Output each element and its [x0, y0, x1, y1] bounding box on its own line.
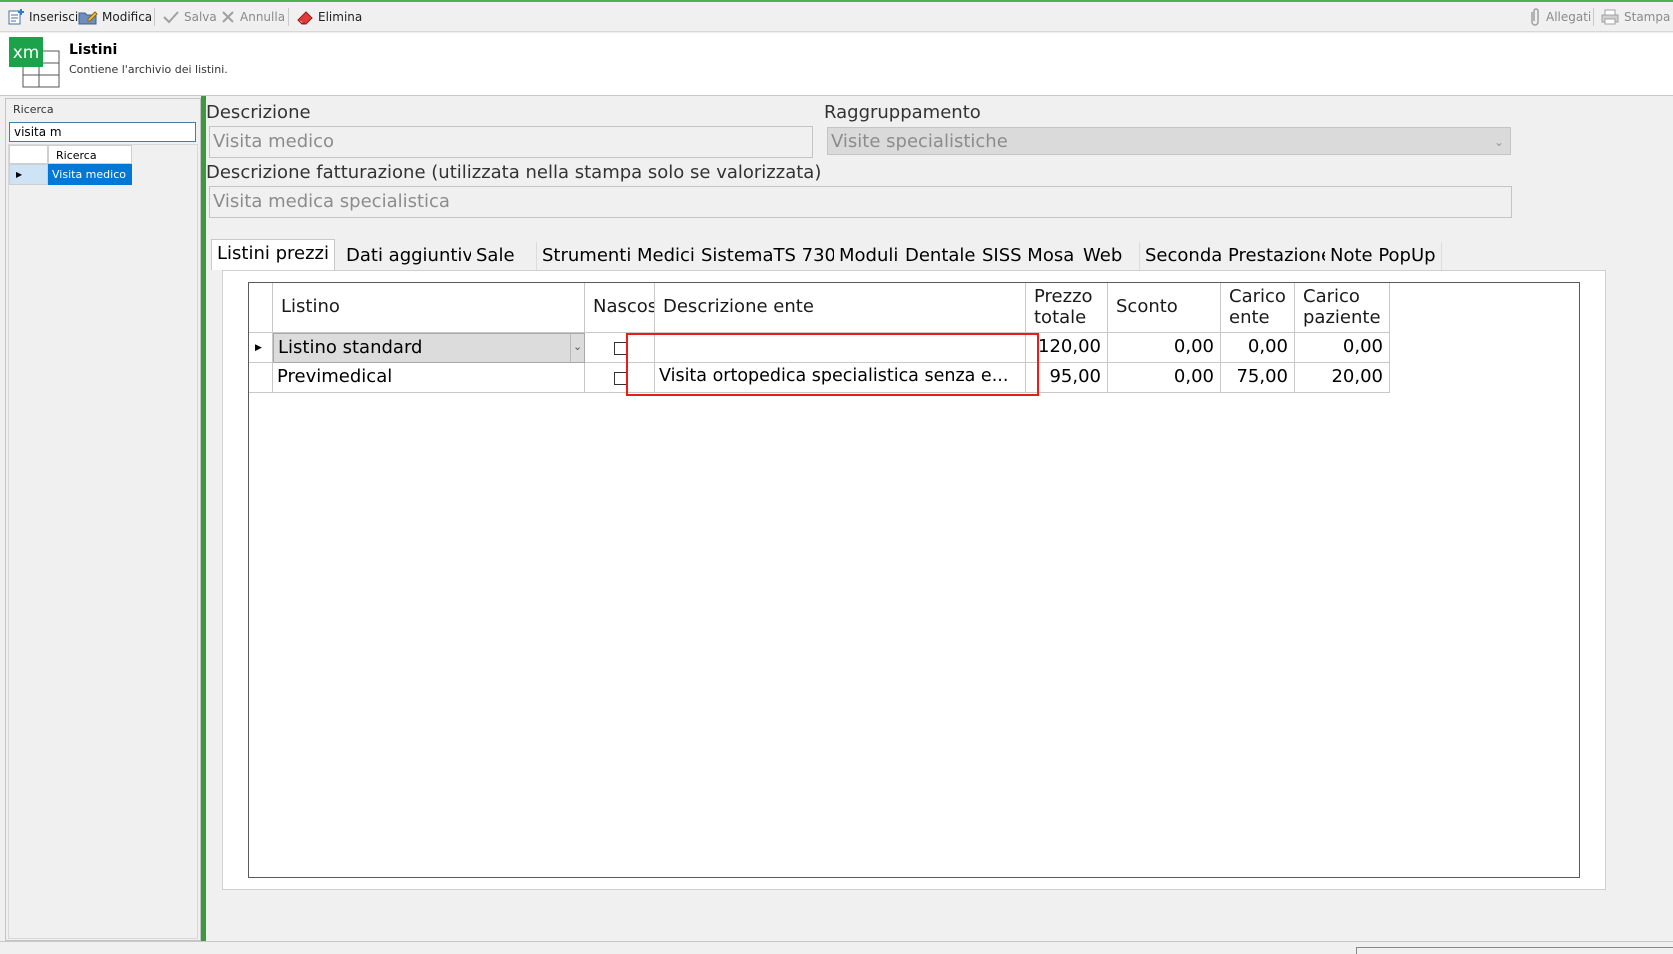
- descrizione-fatturazione-label: Descrizione fatturazione (utilizzata nel…: [206, 162, 822, 183]
- page-subtitle: Contiene l'archivio dei listini.: [69, 63, 228, 76]
- insert-button[interactable]: Inserisci: [7, 7, 78, 27]
- descrizione-ente-cell[interactable]: [655, 333, 1026, 363]
- search-results-grid: Ricerca ▶ Visita medico: [8, 144, 198, 939]
- descrizione-fatturazione-field[interactable]: Visita medica specialistica: [209, 186, 1512, 218]
- eraser-icon: [297, 11, 313, 25]
- status-bar: [0, 941, 1673, 954]
- search-column-header[interactable]: Ricerca: [48, 145, 132, 164]
- carico-paziente-cell[interactable]: 20,00: [1295, 363, 1390, 393]
- delete-label: Elimina: [318, 10, 363, 24]
- list-item[interactable]: Visita medico: [48, 164, 132, 185]
- carico-ente-cell[interactable]: 75,00: [1221, 363, 1295, 393]
- tab-dentale[interactable]: Dentale: [900, 242, 982, 270]
- listino-select-value: Listino standard: [278, 337, 423, 358]
- raggruppamento-value: Visite specialistiche: [831, 131, 1008, 152]
- grid-corner-cell: [9, 145, 48, 164]
- nascosto-checkbox[interactable]: [614, 372, 627, 385]
- carico-paziente-header-line1: Carico: [1303, 286, 1360, 307]
- sconto-cell[interactable]: 0,00: [1108, 363, 1221, 393]
- descrizione-ente-cell[interactable]: Visita ortopedica specialistica senza e.…: [655, 363, 1026, 393]
- delete-button[interactable]: Elimina: [296, 7, 362, 27]
- insert-icon: [8, 9, 24, 25]
- tab-note-popup[interactable]: Note PopUp: [1325, 242, 1442, 270]
- close-icon: [222, 11, 234, 23]
- price-list-grid: Listino Nascos Descrizione ente Prezzo t…: [248, 282, 1580, 878]
- sconto-cell[interactable]: 0,00: [1108, 333, 1221, 363]
- row-selector-icon[interactable]: ▶: [249, 333, 273, 363]
- listini-prezzi-panel: Listino Nascos Descrizione ente Prezzo t…: [222, 270, 1606, 890]
- search-sidebar: Ricerca Ricerca ▶ Visita medico: [5, 98, 201, 941]
- chevron-down-icon[interactable]: ⌄: [570, 334, 584, 362]
- detail-form: Descrizione Visita medico Raggruppamento…: [206, 96, 1673, 941]
- row-selector-icon[interactable]: ▶: [9, 164, 48, 185]
- edit-label: Modifica: [102, 10, 153, 24]
- row-selector[interactable]: [249, 363, 273, 393]
- descrizione-label: Descrizione: [206, 102, 311, 123]
- column-header-carico-ente[interactable]: Carico ente: [1221, 283, 1295, 333]
- prezzo-totale-cell[interactable]: 95,00: [1026, 363, 1108, 393]
- carico-ente-header-line1: Carico: [1229, 286, 1286, 307]
- edit-button[interactable]: Modifica: [78, 7, 152, 27]
- tab-siss-mosa[interactable]: SISS Mosa: [977, 242, 1081, 270]
- column-header-sconto[interactable]: Sconto: [1108, 283, 1221, 333]
- logo-text: xm: [13, 43, 40, 63]
- tab-seconda-prestazione[interactable]: Seconda Prestazione: [1140, 242, 1339, 270]
- carico-paziente-header-line2: paziente: [1303, 307, 1381, 328]
- prezzo-totale-header-line2: totale: [1034, 307, 1087, 328]
- tab-sale[interactable]: Sale: [471, 242, 537, 270]
- insert-label: Inserisci: [29, 10, 79, 24]
- nascosto-checkbox[interactable]: [614, 342, 627, 355]
- page-title: Listini: [69, 42, 118, 58]
- tab-web[interactable]: Web: [1078, 242, 1140, 270]
- tab-medici[interactable]: Medici: [632, 242, 701, 270]
- prezzo-totale-header-line1: Prezzo: [1034, 286, 1093, 307]
- save-label: Salva: [184, 10, 217, 24]
- printer-icon: [1601, 9, 1619, 25]
- attachments-label: Allegati: [1546, 10, 1592, 24]
- column-header-descrizione-ente[interactable]: Descrizione ente: [655, 283, 1026, 333]
- listino-select[interactable]: Listino standard ⌄: [273, 333, 585, 363]
- paperclip-icon: [1531, 8, 1539, 26]
- tab-moduli[interactable]: Moduli: [834, 242, 905, 270]
- cancel-label: Annulla: [240, 10, 286, 24]
- column-header-carico-paziente[interactable]: Carico paziente: [1295, 283, 1390, 333]
- tab-dati-aggiuntivi[interactable]: Dati aggiuntivi: [341, 242, 485, 270]
- carico-paziente-cell[interactable]: 0,00: [1295, 333, 1390, 363]
- search-input[interactable]: [9, 122, 196, 142]
- column-header-nascosto[interactable]: Nascos: [585, 283, 655, 333]
- nascosto-checkbox-cell[interactable]: [585, 333, 655, 363]
- carico-ente-cell[interactable]: 0,00: [1221, 333, 1295, 363]
- toolbar-separator: [288, 8, 289, 26]
- print-button[interactable]: Stampa: [1600, 7, 1670, 27]
- raggruppamento-select[interactable]: Visite specialistiche ⌄: [827, 127, 1511, 155]
- nascosto-checkbox-cell[interactable]: [585, 363, 655, 393]
- toolbar: Inserisci Modifica Salva Annulla Elimina…: [0, 2, 1673, 32]
- listini-logo-icon: xm: [9, 37, 60, 88]
- attachments-button[interactable]: Allegati: [1528, 7, 1591, 27]
- prezzo-totale-cell[interactable]: 120,00: [1026, 333, 1108, 363]
- tab-strumenti[interactable]: Strumenti: [537, 242, 638, 270]
- cancel-button[interactable]: Annulla: [220, 7, 285, 27]
- carico-ente-header-line2: ente: [1229, 307, 1270, 328]
- edit-folder-icon: [78, 11, 98, 25]
- search-label: Ricerca: [13, 103, 54, 116]
- chevron-down-icon: ⌄: [1493, 135, 1504, 149]
- toolbar-separator: [154, 8, 155, 26]
- listino-cell[interactable]: Previmedical: [273, 363, 585, 393]
- save-button[interactable]: Salva: [162, 7, 217, 27]
- raggruppamento-label: Raggruppamento: [824, 102, 981, 123]
- column-header-prezzo-totale[interactable]: Prezzo totale: [1026, 283, 1108, 333]
- tab-listini-prezzi[interactable]: Listini prezzi: [211, 239, 335, 270]
- tab-sistemats-730[interactable]: SistemaTS 730: [696, 242, 842, 270]
- toolbar-separator: [1593, 8, 1594, 26]
- print-label: Stampa: [1624, 10, 1671, 24]
- grid-corner-cell: [249, 283, 273, 333]
- descrizione-field[interactable]: Visita medico: [209, 126, 813, 158]
- column-header-listino[interactable]: Listino: [273, 283, 585, 333]
- checkmark-icon: [163, 11, 179, 24]
- module-header: xm Listini Contiene l'archivio dei listi…: [0, 33, 1673, 96]
